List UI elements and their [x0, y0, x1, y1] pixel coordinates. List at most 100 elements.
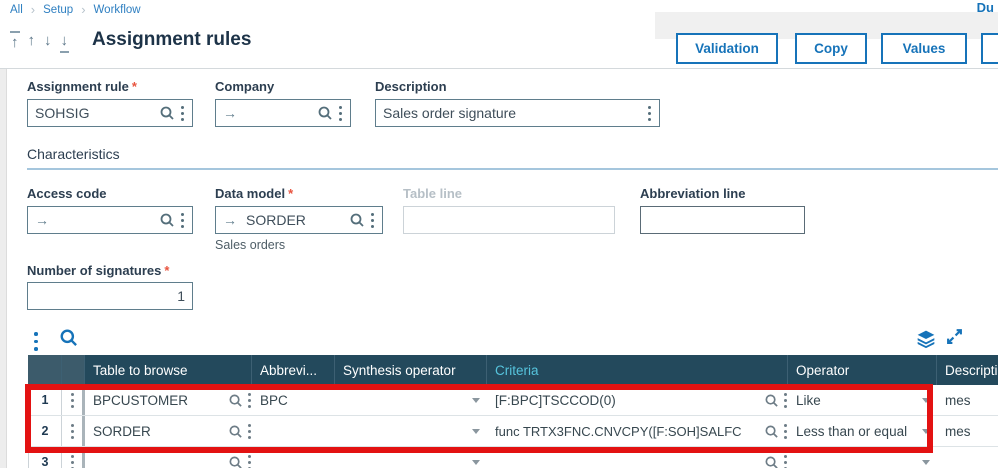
dropdown-caret-icon[interactable]: [472, 429, 480, 434]
search-icon[interactable]: [764, 424, 779, 439]
search-icon[interactable]: [764, 393, 779, 408]
required-marker: *: [132, 79, 137, 94]
data-model-hint: Sales orders: [215, 238, 285, 252]
page: All › Setup › Workflow Du ↑ ↑ ↓ ↓ Assign…: [0, 0, 998, 468]
jump-to-arrow-icon[interactable]: →: [223, 105, 237, 121]
cell-operator[interactable]: [788, 447, 937, 468]
next-record-icon[interactable]: ↓: [43, 31, 53, 53]
grid-header-row: Table to browse Abbrevi... Synthesis ope…: [28, 355, 998, 385]
search-icon[interactable]: [228, 455, 243, 468]
grid-search-icon[interactable]: [59, 328, 78, 347]
cell-criteria[interactable]: [487, 447, 788, 468]
company-field[interactable]: →: [215, 99, 351, 127]
number-of-signatures-field[interactable]: 1: [27, 282, 193, 310]
search-icon[interactable]: [159, 105, 175, 121]
search-icon[interactable]: [159, 212, 175, 228]
jump-to-arrow-icon[interactable]: →: [35, 212, 49, 228]
table-line-label: Table line: [403, 186, 462, 201]
jump-to-arrow-icon[interactable]: →: [223, 212, 237, 228]
row-menu-icon[interactable]: [70, 422, 75, 440]
dropdown-caret-icon[interactable]: [922, 429, 930, 434]
cell-operator[interactable]: Like: [788, 385, 937, 415]
data-model-field[interactable]: → SORDER: [215, 206, 383, 234]
required-marker: *: [288, 186, 293, 201]
cell-synthesis-operator[interactable]: [335, 416, 487, 446]
cell-abbreviation[interactable]: [252, 416, 335, 446]
cell-abbreviation[interactable]: BPC: [252, 385, 335, 415]
row-number[interactable]: 2: [28, 416, 62, 446]
cell-criteria[interactable]: [F:BPC]TSCCOD(0): [487, 385, 788, 415]
cell-description[interactable]: mes: [937, 385, 998, 415]
data-model-value: SORDER: [246, 212, 306, 228]
field-menu-icon[interactable]: [180, 211, 185, 229]
table-line-field: [403, 206, 615, 234]
grid-header-rownum: [28, 355, 62, 385]
cell-description[interactable]: mes: [937, 416, 998, 446]
cell-table-to-browse[interactable]: SORDER: [85, 416, 252, 446]
search-icon[interactable]: [349, 212, 365, 228]
cell-operator[interactable]: Less than or equal: [788, 416, 937, 446]
grid-row-3: 3: [28, 447, 998, 468]
breadcrumb-link-workflow[interactable]: Workflow: [94, 4, 141, 16]
field-menu-icon[interactable]: [338, 104, 343, 122]
cell-table-to-browse[interactable]: BPCUSTOMER: [85, 385, 252, 415]
header-divider: [0, 68, 998, 69]
number-of-signatures-label: Number of signatures*: [27, 263, 169, 278]
grid-menu-icon[interactable]: [33, 330, 39, 353]
search-icon[interactable]: [228, 393, 243, 408]
cell-description[interactable]: [937, 447, 998, 468]
grid-header-synthesis-operator[interactable]: Synthesis operator: [335, 355, 487, 385]
previous-record-icon[interactable]: ↑: [27, 31, 37, 53]
grid-row-2: 2 SORDER func TRTX3FNC.CNVCPY([F:SOH]SAL…: [28, 416, 998, 447]
section-divider: [27, 168, 998, 170]
data-model-label: Data model*: [215, 186, 293, 201]
grid-row-1: 1 BPCUSTOMER BPC [F:BPC]TSCCOD(0) Like m…: [28, 385, 998, 416]
first-record-icon[interactable]: ↑: [10, 31, 20, 53]
left-gutter: [0, 69, 7, 468]
record-navigation: ↑ ↑ ↓ ↓: [10, 31, 69, 53]
search-icon[interactable]: [764, 455, 779, 468]
dropdown-caret-icon[interactable]: [472, 460, 480, 465]
field-menu-icon[interactable]: [180, 104, 185, 122]
access-code-field[interactable]: →: [27, 206, 193, 234]
copy-button[interactable]: Copy: [795, 33, 867, 64]
cell-criteria[interactable]: func TRTX3FNC.CNVCPY([F:SOH]SALFC: [487, 416, 788, 446]
field-menu-icon[interactable]: [647, 104, 652, 122]
grid-header-operator[interactable]: Operator: [788, 355, 937, 385]
grid-header-table-to-browse[interactable]: Table to browse: [85, 355, 252, 385]
cell-synthesis-operator[interactable]: [335, 447, 487, 468]
description-field[interactable]: Sales order signature: [375, 99, 660, 127]
description-label: Description: [375, 79, 447, 94]
search-icon[interactable]: [228, 424, 243, 439]
cell-abbreviation[interactable]: [252, 447, 335, 468]
validation-button[interactable]: Validation: [676, 33, 778, 64]
chevron-right-icon: ›: [81, 2, 85, 17]
grid-header-abbreviation[interactable]: Abbrevi...: [252, 355, 335, 385]
cell-synthesis-operator[interactable]: [335, 385, 487, 415]
field-menu-icon[interactable]: [370, 211, 375, 229]
more-actions-button[interactable]: [981, 33, 998, 64]
row-menu-icon[interactable]: [70, 453, 75, 468]
last-record-icon[interactable]: ↓: [60, 31, 70, 53]
cell-table-to-browse[interactable]: [85, 447, 252, 468]
expand-icon[interactable]: [946, 328, 963, 345]
dropdown-caret-icon[interactable]: [922, 398, 930, 403]
values-button[interactable]: Values: [881, 33, 967, 64]
row-number[interactable]: 1: [28, 385, 62, 415]
chevron-right-icon: ›: [31, 2, 35, 17]
dropdown-caret-icon[interactable]: [922, 460, 930, 465]
number-of-signatures-value: 1: [177, 288, 185, 304]
layers-icon[interactable]: [916, 329, 936, 347]
assignment-rule-field[interactable]: SOHSIG: [27, 99, 193, 127]
breadcrumb-link-setup[interactable]: Setup: [43, 4, 73, 16]
row-menu-icon[interactable]: [70, 391, 75, 409]
description-value: Sales order signature: [383, 105, 516, 121]
grid-header-criteria[interactable]: Criteria: [487, 355, 788, 385]
grid-header-description[interactable]: Description: [937, 355, 998, 385]
abbreviation-line-field[interactable]: [640, 206, 805, 234]
search-icon[interactable]: [317, 105, 333, 121]
breadcrumb-link-all[interactable]: All: [10, 4, 23, 16]
assignment-rule-label: Assignment rule*: [27, 79, 137, 94]
row-number[interactable]: 3: [28, 447, 62, 468]
dropdown-caret-icon[interactable]: [472, 398, 480, 403]
